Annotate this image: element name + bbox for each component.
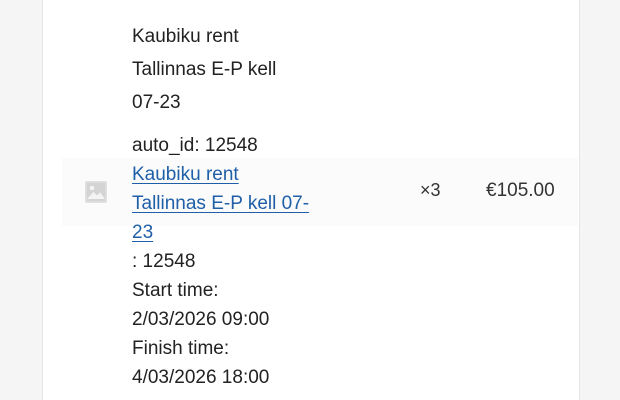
item-details: auto_id: 12548 Kaubiku rent Tallinnas E-… <box>132 131 312 392</box>
start-time-label: Start time: <box>132 280 219 301</box>
finish-time-label: Finish time: <box>132 338 230 359</box>
auto-id-line: auto_id: 12548 <box>132 135 258 156</box>
item-price: €105.00 <box>486 180 555 201</box>
start-time-value: 2/03/2026 09:00 <box>132 309 270 330</box>
item-title: Kaubiku rent Tallinnas E-P kell 07-23 <box>132 26 277 113</box>
item-quantity: ×3 <box>420 180 441 200</box>
finish-time-value: 4/03/2026 18:00 <box>132 367 270 388</box>
product-link[interactable]: Kaubiku rent Tallinnas E-P kell 07-23 <box>132 164 309 243</box>
image-placeholder-icon <box>85 181 107 203</box>
auto-id-suffix: : 12548 <box>132 251 196 272</box>
